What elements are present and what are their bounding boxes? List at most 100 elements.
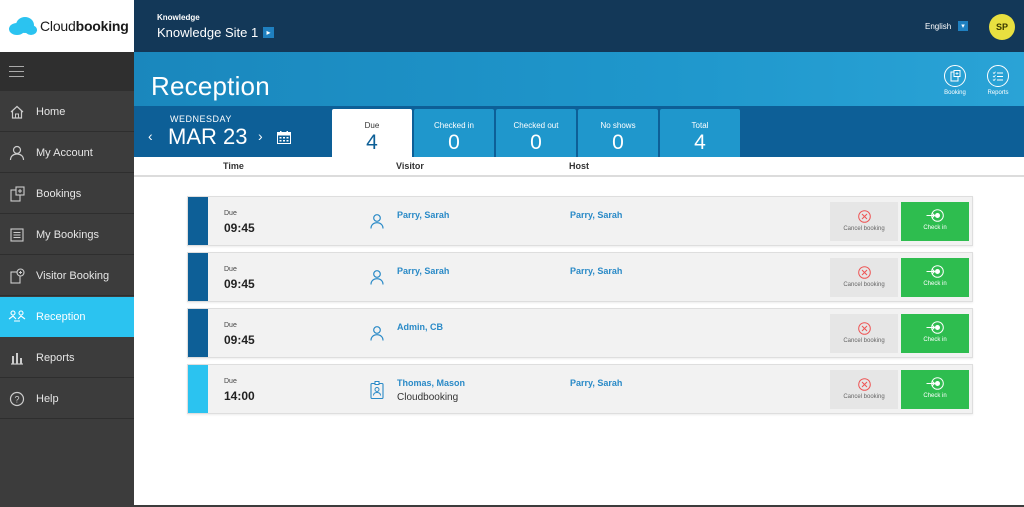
tab-count: 0: [448, 131, 460, 154]
cancel-icon: [857, 378, 871, 391]
tab-no-shows[interactable]: No shows 0: [578, 109, 658, 157]
calendar-icon[interactable]: [277, 131, 291, 144]
reports-list-icon: [987, 65, 1009, 87]
check-in-button[interactable]: Check in: [901, 258, 969, 297]
tab-checked-in[interactable]: Checked in 0: [414, 109, 494, 157]
cancel-booking-label: Cancel booking: [843, 394, 885, 400]
cancel-icon: [857, 266, 871, 279]
cancel-booking-label: Cancel booking: [843, 338, 885, 344]
visitor-name[interactable]: Admin, CB: [397, 322, 443, 332]
booking-button-label: Booking: [944, 90, 966, 96]
tab-label: No shows: [600, 121, 636, 130]
avatar[interactable]: SP: [989, 14, 1015, 40]
sidebar-item-label: Bookings: [36, 187, 82, 200]
tab-total[interactable]: Total 4: [660, 109, 740, 157]
language-selector[interactable]: English: [925, 22, 951, 31]
sidebar-item-home[interactable]: Home: [0, 92, 134, 132]
sidebar-item-label: Visitor Booking: [36, 269, 110, 282]
cancel-booking-label: Cancel booking: [843, 282, 885, 288]
check-in-icon: [926, 321, 944, 334]
logo-text: Cloudbooking: [40, 18, 129, 34]
check-in-label: Check in: [923, 225, 947, 231]
visitor-name[interactable]: Thomas, Mason: [397, 378, 465, 388]
table-row[interactable]: Due 09:45 Parry, Sarah Parry, Sarah Cancel b…: [187, 252, 973, 302]
visitor-company: Cloudbooking: [397, 392, 459, 403]
previous-day-chevron-icon[interactable]: ‹: [148, 128, 153, 144]
cancel-icon: [857, 322, 871, 335]
cancel-booking-button[interactable]: Cancel booking: [830, 314, 898, 353]
table-row[interactable]: Due 09:45 Parry, Sarah Parry, Sarah Cancel b…: [187, 196, 973, 246]
sidebar-item-label: My Bookings: [36, 228, 99, 241]
my-bookings-icon: [8, 226, 26, 244]
tab-label: Checked in: [433, 121, 475, 130]
hamburger-icon: [9, 66, 24, 77]
next-day-chevron-icon[interactable]: ›: [258, 128, 263, 144]
language-chevron-down-icon[interactable]: ▾: [958, 21, 968, 31]
site-name[interactable]: Knowledge Site 1: [157, 25, 258, 40]
sidebar-item-help[interactable]: ? Help: [0, 379, 134, 419]
menu-toggle-button[interactable]: [0, 52, 134, 91]
table-row[interactable]: Due 14:00 Thomas, Mason Cloudbooking Parry, …: [187, 364, 973, 414]
person-icon: [370, 325, 384, 341]
booking-button[interactable]: Booking: [935, 65, 975, 96]
host-name[interactable]: Parry, Sarah: [570, 266, 622, 276]
tab-checked-out[interactable]: Checked out 0: [496, 109, 576, 157]
column-header-visitor: Visitor: [396, 161, 424, 171]
date-tabs-strip: WEDNESDAY ‹ MAR 23 › Due 4 Checked in 0 Chec…: [134, 106, 1024, 157]
tab-due[interactable]: Due 4: [332, 109, 412, 157]
user-icon: [8, 144, 26, 162]
status-color-bar: [188, 253, 208, 301]
host-name[interactable]: Parry, Sarah: [570, 210, 622, 220]
logo[interactable]: Cloudbooking: [0, 0, 134, 52]
sidebar-item-bookings[interactable]: Bookings: [0, 174, 134, 214]
reports-button[interactable]: Reports: [978, 65, 1018, 96]
site-group-label: Knowledge: [157, 13, 200, 22]
sidebar: Cloudbooking Home My Account Bookings My Bo…: [0, 0, 134, 507]
row-time: 09:45: [224, 277, 255, 291]
help-icon: ?: [8, 390, 26, 408]
sidebar-item-label: Help: [36, 392, 59, 405]
person-icon: [370, 213, 384, 229]
visitor-booking-icon: [8, 267, 26, 285]
person-icon: [370, 269, 384, 285]
sidebar-item-reports[interactable]: Reports: [0, 338, 134, 378]
tab-count: 4: [366, 131, 378, 154]
row-status: Due: [224, 210, 237, 217]
visitor-name[interactable]: Parry, Sarah: [397, 210, 449, 220]
booking-icon: [944, 65, 966, 87]
sidebar-item-label: Home: [36, 105, 66, 118]
bookings-icon: [8, 185, 26, 203]
sidebar-item-label: Reception: [36, 310, 86, 323]
tab-label: Due: [364, 121, 380, 130]
cancel-booking-button[interactable]: Cancel booking: [830, 202, 898, 241]
check-in-button[interactable]: Check in: [901, 370, 969, 409]
sidebar-item-visitor-booking[interactable]: Visitor Booking: [0, 256, 134, 296]
current-date: MAR 23: [168, 124, 248, 149]
home-icon: [8, 103, 26, 121]
sidebar-item-my-account[interactable]: My Account: [0, 133, 134, 173]
tab-label: Total: [691, 121, 709, 130]
visitor-name[interactable]: Parry, Sarah: [397, 266, 449, 276]
cancel-booking-button[interactable]: Cancel booking: [830, 258, 898, 297]
status-color-bar: [188, 197, 208, 245]
cancel-booking-button[interactable]: Cancel booking: [830, 370, 898, 409]
check-in-icon: [926, 209, 944, 222]
row-status: Due: [224, 266, 237, 273]
host-name[interactable]: Parry, Sarah: [570, 378, 622, 388]
sidebar-item-my-bookings[interactable]: My Bookings: [0, 215, 134, 255]
table-row[interactable]: Due 09:45 Admin, CB Cancel booking Check in: [187, 308, 973, 358]
row-status: Due: [224, 378, 237, 385]
check-in-button[interactable]: Check in: [901, 202, 969, 241]
page-header: Reception Booking Reports: [134, 52, 1024, 106]
sidebar-item-label: Reports: [36, 351, 75, 364]
site-select-chevron-icon[interactable]: ▸: [263, 27, 274, 38]
sidebar-item-reception[interactable]: Reception: [0, 297, 134, 337]
row-time: 14:00: [224, 389, 255, 403]
status-color-bar: [188, 309, 208, 357]
column-header-host: Host: [569, 161, 589, 171]
reports-icon: [8, 349, 26, 367]
row-time: 09:45: [224, 221, 255, 235]
top-bar: Knowledge Knowledge Site 1 ▸ English ▾ S…: [134, 0, 1024, 52]
check-in-icon: [926, 265, 944, 278]
check-in-button[interactable]: Check in: [901, 314, 969, 353]
